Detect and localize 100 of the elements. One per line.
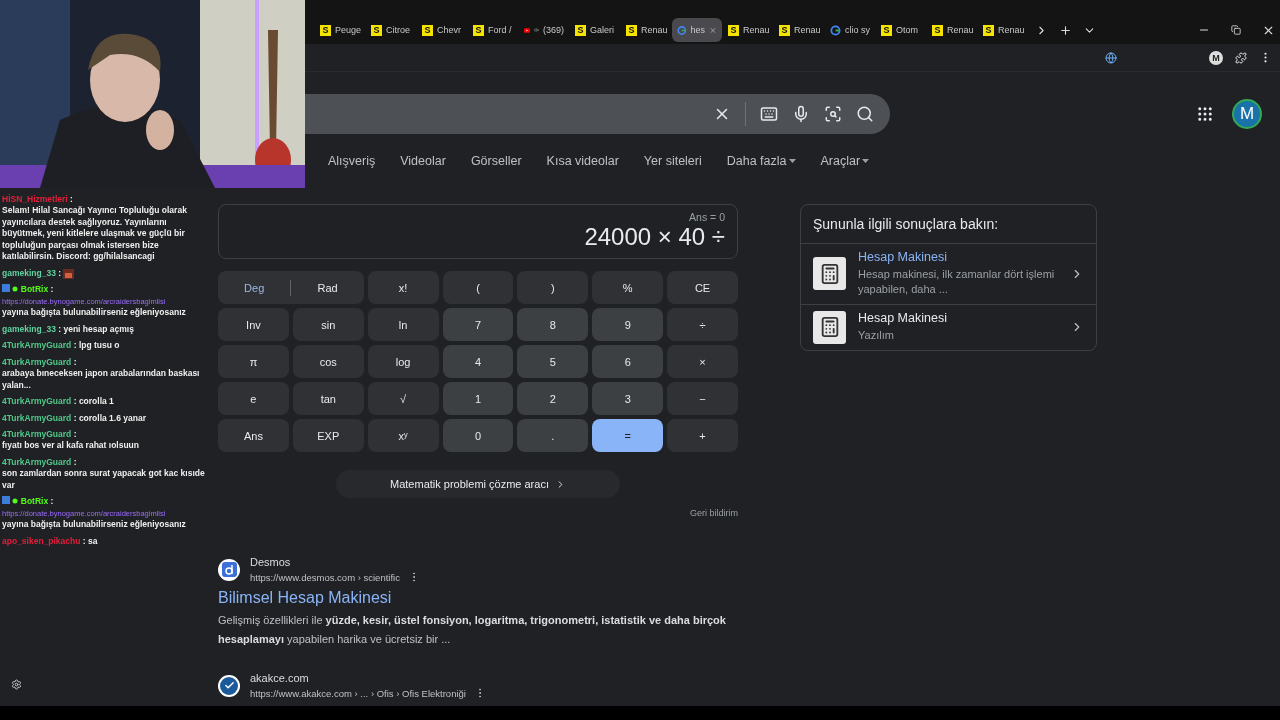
chat-text: yayına bağışta bulunabilirseniz eğleniyosanız: [2, 307, 186, 319]
favicon-icon: S: [626, 24, 637, 36]
favicon-icon: S: [881, 24, 892, 36]
calculator-key[interactable]: 5: [517, 345, 589, 378]
search-icon[interactable]: [856, 105, 874, 123]
calculator-icon: [813, 257, 846, 291]
calculator-key[interactable]: e: [218, 382, 289, 415]
calculator-key[interactable]: 6: [592, 345, 664, 378]
calculator-key[interactable]: sin: [292, 308, 364, 341]
apps-icon[interactable]: [1196, 105, 1214, 123]
search-tab[interactable]: Videolar: [400, 154, 446, 168]
calculator-icon: [813, 310, 846, 344]
calculator-key[interactable]: log: [367, 345, 439, 378]
calculator-key[interactable]: .: [517, 419, 589, 452]
chat-text: yeni hesap açmış: [63, 323, 134, 336]
search-field[interactable]: [305, 94, 890, 134]
calculator-key[interactable]: 0: [442, 419, 514, 452]
calculator-key[interactable]: ÷: [667, 308, 738, 341]
search-tab[interactable]: Araçlar: [820, 154, 870, 168]
browser-tab[interactable]: hes: [672, 18, 722, 42]
calculator-key[interactable]: √: [367, 382, 439, 415]
calculator-key[interactable]: 7: [442, 308, 514, 341]
account-avatar[interactable]: M: [1232, 99, 1262, 129]
calculator-key[interactable]: %: [592, 271, 664, 304]
extensions-icon[interactable]: [1235, 51, 1247, 64]
favicon-icon: S: [422, 24, 433, 36]
favicon-icon: S: [575, 24, 586, 36]
profile-button[interactable]: M: [1209, 50, 1223, 65]
calculator-key[interactable]: Ans: [218, 419, 289, 452]
calculator-key[interactable]: −: [667, 382, 738, 415]
chat-author: apo_siken_pikachu :: [2, 535, 86, 546]
browser-tab[interactable]: S Citroe: [366, 18, 416, 42]
calculator-key[interactable]: ): [517, 271, 589, 304]
calculator-key[interactable]: 1: [442, 382, 514, 415]
calculator-key[interactable]: EXP: [292, 419, 364, 452]
browser-tab[interactable]: S Renau: [723, 18, 773, 42]
chat-text: corolla 1: [78, 396, 114, 408]
browser-tab[interactable]: (369): [519, 18, 569, 42]
search-tab[interactable]: Kısa videolar: [546, 154, 619, 168]
browser-tab[interactable]: S Otom: [876, 18, 926, 42]
browser-tab[interactable]: S Renau: [621, 18, 671, 42]
chat-text: arabaya bıneceksen japon arabalarından baskası yalan...: [2, 368, 201, 392]
browser-tab[interactable]: S Renau: [978, 18, 1028, 42]
restore-icon[interactable]: [1231, 25, 1241, 35]
browser-tab[interactable]: clio sy: [825, 18, 875, 42]
calculator-key[interactable]: 3: [592, 382, 664, 415]
chat-author: 4TurkArmyGuard :: [2, 340, 77, 351]
solver-button[interactable]: Matematik problemi çözme aracı: [336, 470, 620, 498]
calculator-key[interactable]: xʸ: [367, 419, 439, 452]
calculator-key[interactable]: +: [667, 419, 738, 452]
chat-author: BotRix :: [20, 496, 54, 507]
panel-heading: Şununla ilgili sonuçlara bakın:: [801, 205, 1096, 244]
related-title[interactable]: Hesap Makinesi: [858, 311, 1058, 326]
mute-icon[interactable]: [534, 25, 539, 35]
calculator-key[interactable]: 4: [442, 345, 514, 378]
chat-text: yayına bağışta bulunabilirseniz eğleniyosanız: [2, 519, 186, 531]
related-title[interactable]: Hesap Makinesi: [858, 250, 1058, 264]
calculator-key[interactable]: x!: [367, 271, 439, 304]
browser-tab[interactable]: S Peuge: [315, 18, 365, 42]
search-tab[interactable]: Görseller: [470, 154, 522, 168]
related-subtitle: Yazılım: [858, 328, 895, 344]
calculator-key[interactable]: CE: [667, 271, 738, 304]
chat-text: fıyatı bos ver al kafa rahat ıolsuun: [2, 440, 139, 452]
favicon-icon: S: [983, 24, 994, 36]
angle-mode-button[interactable]: Rad: [291, 271, 364, 304]
keyboard-icon[interactable]: [760, 105, 778, 123]
chat-text: son zamlardan sonra surat yapacak got kac kısıde var: [2, 468, 206, 492]
search-tab[interactable]: Daha fazla: [726, 154, 796, 168]
settings-icon[interactable]: [11, 679, 22, 690]
result-url: https://www.desmos.com › scientific: [250, 571, 400, 583]
calculator-key[interactable]: 2: [517, 382, 589, 415]
camera-search-icon[interactable]: [824, 105, 842, 123]
calculator-key[interactable]: 9: [592, 308, 664, 341]
calculator-key[interactable]: =: [592, 419, 664, 452]
browser-tab[interactable]: S Renau: [774, 18, 824, 42]
new-tab-icon[interactable]: [1058, 23, 1072, 37]
site-name: Desmos: [250, 556, 292, 568]
browser-tab[interactable]: S Chevr: [417, 18, 467, 42]
result-title-link[interactable]: Bilimsel Hesap Makinesi: [218, 589, 738, 607]
feedback-link[interactable]: Geri bildirim: [690, 508, 738, 518]
calculator-key[interactable]: cos: [292, 345, 364, 378]
calculator-key[interactable]: tan: [292, 382, 364, 415]
calculator-key[interactable]: 8: [517, 308, 589, 341]
calculator-key[interactable]: Inv: [218, 308, 289, 341]
favicon-icon: S: [728, 24, 739, 36]
angle-mode-button[interactable]: Deg: [218, 271, 291, 304]
globe-icon[interactable]: [1105, 51, 1117, 64]
chat-text: sa: [88, 535, 98, 548]
calculator-key[interactable]: ln: [367, 308, 439, 341]
calculator-key[interactable]: (: [442, 271, 514, 304]
calculator-key[interactable]: π: [218, 345, 289, 378]
chat-author: HİSN_Hizmetleri :: [2, 194, 73, 204]
search-tab[interactable]: Alışveriş: [328, 154, 376, 168]
browser-tab[interactable]: S Galeri: [570, 18, 620, 42]
mic-icon[interactable]: [792, 105, 810, 123]
browser-tab[interactable]: S Ford /: [468, 18, 518, 42]
search-tab[interactable]: Yer siteleri: [643, 154, 702, 168]
calculator-key[interactable]: ×: [667, 345, 738, 378]
result-snippet: Gelişmiş özellikleri ile yüzde, kesir, üstel fonsiyon, logaritma, trigonometri, istatistik ve daha birçok hesaplamayı yapabilen harika ve ücretsiz bir ...: [218, 613, 727, 647]
browser-tab[interactable]: S Renau: [927, 18, 977, 42]
